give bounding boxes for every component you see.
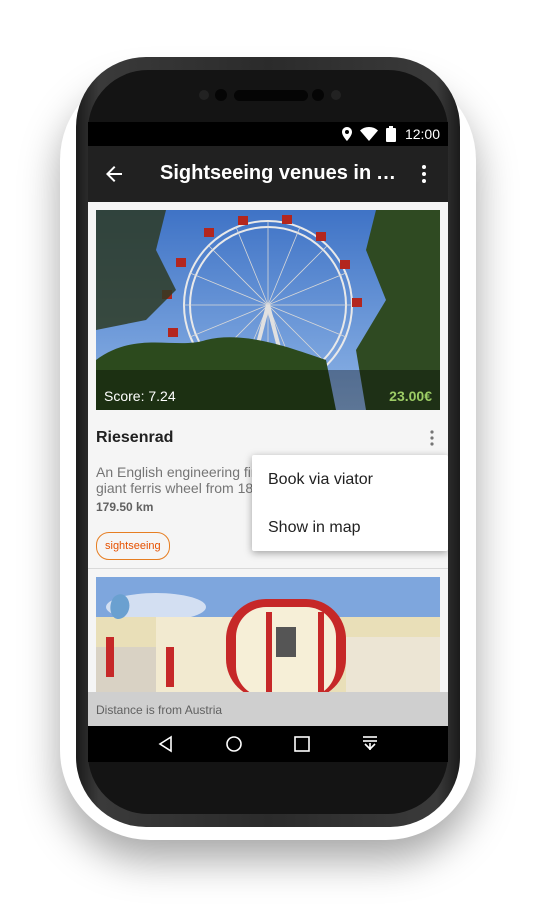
light-sensor-dot xyxy=(331,90,341,100)
system-nav-bar xyxy=(88,726,448,762)
status-bar: 12:00 xyxy=(88,122,448,146)
nav-back-icon[interactable] xyxy=(156,734,176,754)
speaker-grille xyxy=(234,90,308,101)
venue-photo-riesenrad[interactable]: Score: 7.24 23.00€ xyxy=(96,210,440,410)
overflow-popup-menu: Book via viator Show in map xyxy=(252,455,448,551)
status-time: 12:00 xyxy=(404,126,440,142)
app-toolbar: Sightseeing venues in Austria xyxy=(88,146,448,202)
proximity-sensor-dot xyxy=(312,89,324,101)
card-more-vert-icon[interactable] xyxy=(426,428,438,448)
nav-notifications-icon[interactable] xyxy=(360,734,380,754)
nav-home-icon[interactable] xyxy=(224,734,244,754)
venue-name: Riesenrad xyxy=(96,429,174,446)
location-icon xyxy=(342,127,352,141)
venue-description: An English engineering fir giant ferris … xyxy=(96,464,256,496)
distance-footer: Distance is from Austria xyxy=(88,692,448,726)
venue-distance: 179.50 km xyxy=(96,500,154,514)
page-title: Sightseeing venues in Austria xyxy=(160,162,408,184)
more-vert-icon[interactable] xyxy=(412,162,436,186)
sensor-dot xyxy=(199,90,209,100)
venue-description-line1: An English engineering fir xyxy=(96,464,256,480)
menu-item-show-in-map[interactable]: Show in map xyxy=(268,519,361,537)
venue-description-line2: giant ferris wheel from 18 xyxy=(96,480,254,496)
wifi-icon xyxy=(360,127,378,141)
back-arrow-icon[interactable] xyxy=(102,162,126,186)
app-screen: 12:00 Sightseeing venues in Austria xyxy=(88,122,448,762)
nav-recents-icon[interactable] xyxy=(292,734,312,754)
venue-price: 23.00€ xyxy=(389,388,432,404)
category-tag[interactable]: sightseeing xyxy=(96,532,170,560)
battery-icon xyxy=(386,126,396,142)
menu-item-book-viator[interactable]: Book via viator xyxy=(268,471,373,489)
front-camera-dot xyxy=(215,89,227,101)
distance-footer-text: Distance is from Austria xyxy=(96,703,223,717)
venue-score: Score: 7.24 xyxy=(104,388,176,404)
ferris-wheel-photo xyxy=(96,210,440,410)
